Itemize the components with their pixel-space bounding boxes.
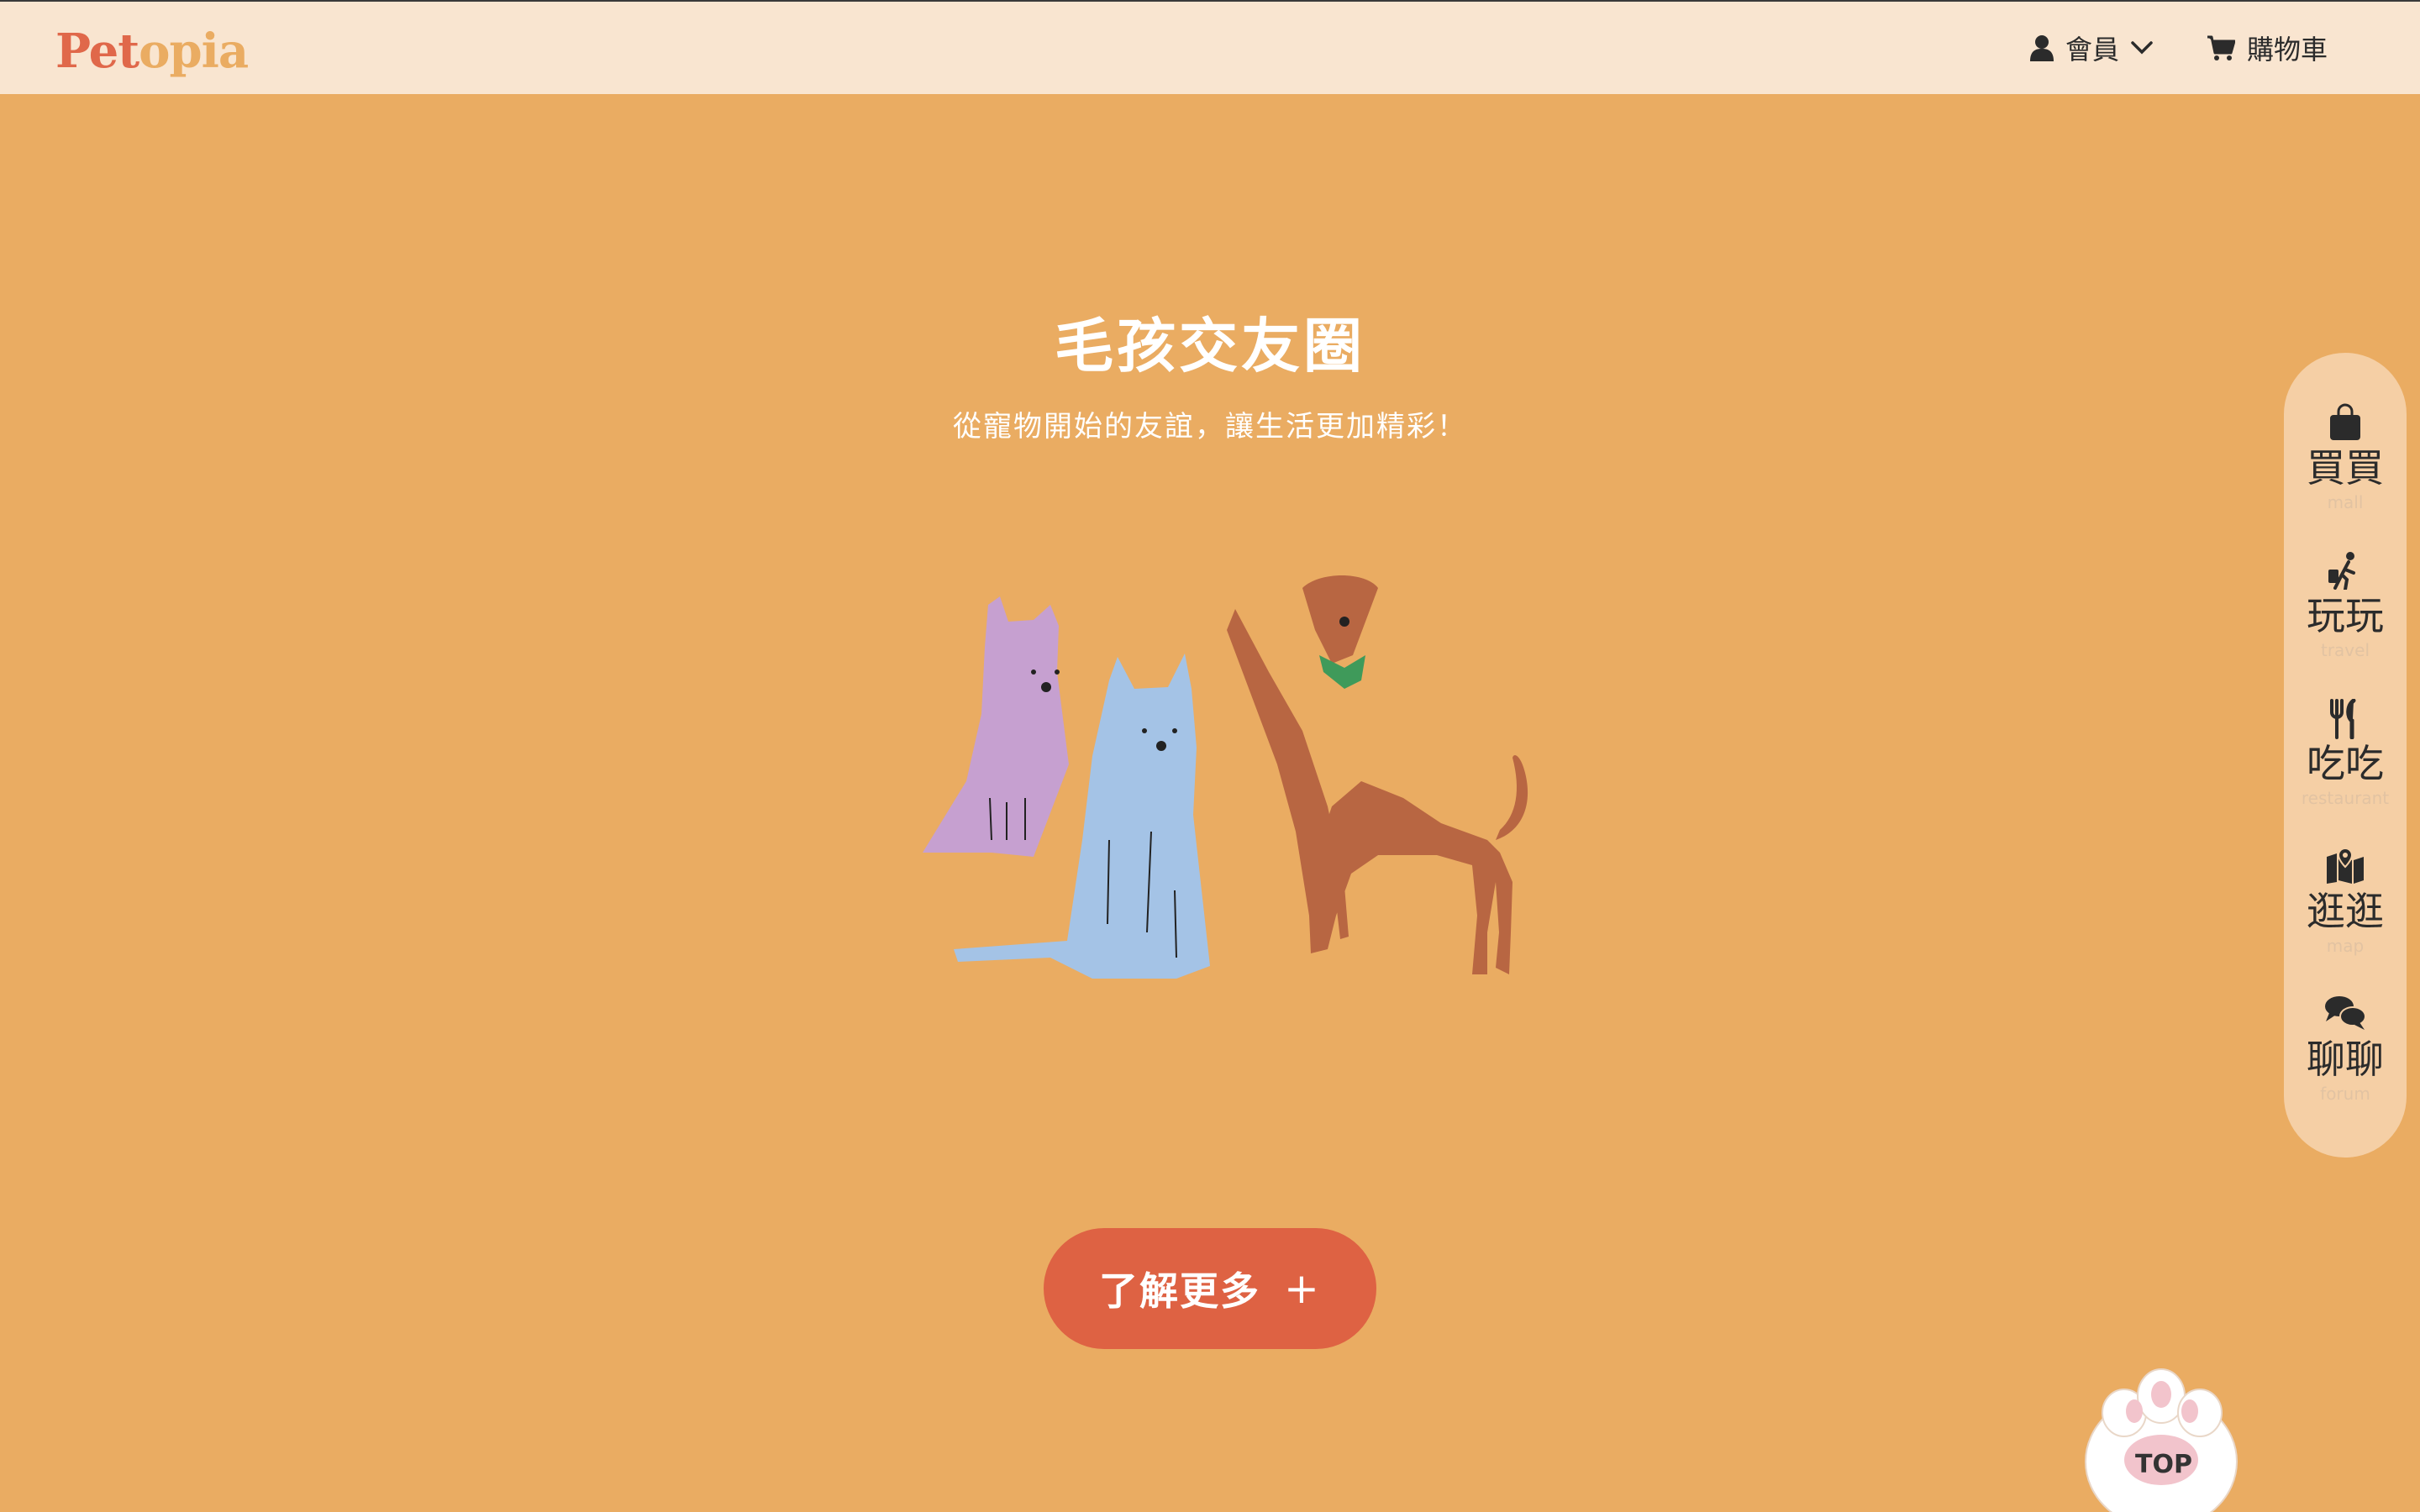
chat-bubbles-icon (2324, 995, 2366, 1033)
cart-icon (2207, 34, 2235, 61)
sidenav-item-mall[interactable]: 買買 mall (2284, 353, 2407, 512)
learn-more-label: 了解更多 (1099, 1268, 1261, 1314)
side-nav: 買買 mall 玩玩 travel 吃吃 restaurant 逛逛 map 聊… (2284, 353, 2407, 1158)
chevron-down-icon (2131, 41, 2153, 55)
sidenav-label-zh: 吃吃 (2307, 741, 2384, 786)
logo-part-opia: opia (139, 24, 249, 79)
hero-title: 毛孩交友圈 (1055, 312, 1365, 381)
pets-illustration (923, 575, 1528, 979)
plus-icon: + (1284, 1264, 1321, 1313)
sidenav-item-travel[interactable]: 玩玩 travel (2284, 501, 2407, 660)
utensils-icon (2328, 698, 2362, 743)
site-header: Petopia 會員 購物車 (0, 0, 2420, 94)
map-pin-icon (2325, 847, 2365, 887)
sidenav-item-map[interactable]: 逛逛 map (2284, 796, 2407, 956)
sidenav-item-forum[interactable]: 聊聊 forum (2284, 944, 2407, 1104)
sidenav-label-zh: 聊聊 (2307, 1037, 2384, 1082)
logo-part-pet: Pet (55, 24, 139, 79)
purple-cat-illustration (923, 596, 1069, 857)
user-icon (2029, 34, 2054, 61)
hero-subtitle: 從寵物開始的友誼，讓生活更加精彩！ (953, 410, 1467, 444)
cart-label: 購物車 (2246, 34, 2328, 66)
member-label: 會員 (2065, 34, 2119, 66)
header-nav: 會員 購物車 (2029, 27, 2328, 69)
luggage-walk-icon (2327, 551, 2364, 593)
sidenav-label-en: forum (2320, 1084, 2370, 1104)
sidenav-label-zh: 逛逛 (2307, 889, 2384, 934)
sidenav-label-zh: 買買 (2307, 445, 2384, 491)
shopping-bag-icon (2328, 403, 2362, 445)
member-menu-button[interactable]: 會員 (2029, 29, 2153, 67)
learn-more-button[interactable]: 了解更多 + (1044, 1228, 1376, 1349)
sidenav-label-zh: 玩玩 (2307, 593, 2384, 638)
brown-dog-illustration (1227, 575, 1528, 974)
sidenav-item-restaurant[interactable]: 吃吃 restaurant (2284, 648, 2407, 808)
top-button-label[interactable]: TOP (2084, 1450, 2244, 1479)
paw-icon[interactable] (2084, 1361, 2260, 1512)
site-logo[interactable]: Petopia (55, 24, 249, 79)
cart-button[interactable]: 購物車 (2207, 29, 2328, 67)
